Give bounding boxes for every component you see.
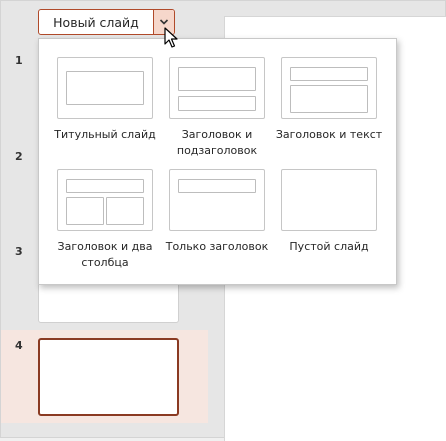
layout-title-slide[interactable]: Титульный слайд — [49, 57, 161, 143]
slide-layouts-gallery: Титульный слайд Заголовок и подзаголовок… — [38, 38, 397, 285]
layout-label: Только заголовок — [165, 240, 269, 253]
placeholder — [178, 67, 256, 91]
new-slide-split-button: Новый слайд — [38, 9, 175, 35]
placeholder — [66, 71, 144, 105]
layout-thumbnail — [57, 57, 153, 119]
layout-title-and-two-columns[interactable]: Заголовок и два столбца — [49, 169, 161, 271]
layout-thumbnail — [281, 169, 377, 231]
placeholder — [290, 67, 368, 81]
placeholder — [178, 96, 256, 111]
layout-label: Заголовок и подзаголовок — [176, 128, 258, 157]
layout-label: Заголовок и текст — [275, 128, 383, 141]
layout-thumbnail — [169, 169, 265, 231]
layout-thumbnail — [169, 57, 265, 119]
slide-number-2: 2 — [15, 150, 23, 163]
layout-label: Титульный слайд — [54, 128, 156, 141]
layout-label: Пустой слайд — [289, 240, 369, 253]
chevron-down-icon — [159, 19, 169, 25]
layout-blank[interactable]: Пустой слайд — [273, 169, 385, 255]
placeholder — [290, 85, 368, 113]
placeholder — [178, 179, 256, 193]
layout-label: Заголовок и два столбца — [57, 240, 153, 269]
slide-thumbnail-4[interactable] — [38, 338, 179, 416]
mouse-pointer-icon — [164, 27, 178, 48]
slide-number-4: 4 — [15, 339, 23, 352]
slide-number-1: 1 — [15, 54, 23, 67]
new-slide-button[interactable]: Новый слайд — [39, 10, 153, 34]
layout-thumbnail — [57, 169, 153, 231]
layout-thumbnail — [281, 57, 377, 119]
layout-title-and-text[interactable]: Заголовок и текст — [273, 57, 385, 143]
placeholder — [66, 197, 104, 225]
slide-number-3: 3 — [15, 245, 23, 258]
layout-title-only[interactable]: Только заголовок — [161, 169, 273, 255]
layout-title-and-subtitle[interactable]: Заголовок и подзаголовок — [161, 57, 273, 159]
placeholder — [66, 179, 144, 193]
placeholder — [106, 197, 144, 225]
